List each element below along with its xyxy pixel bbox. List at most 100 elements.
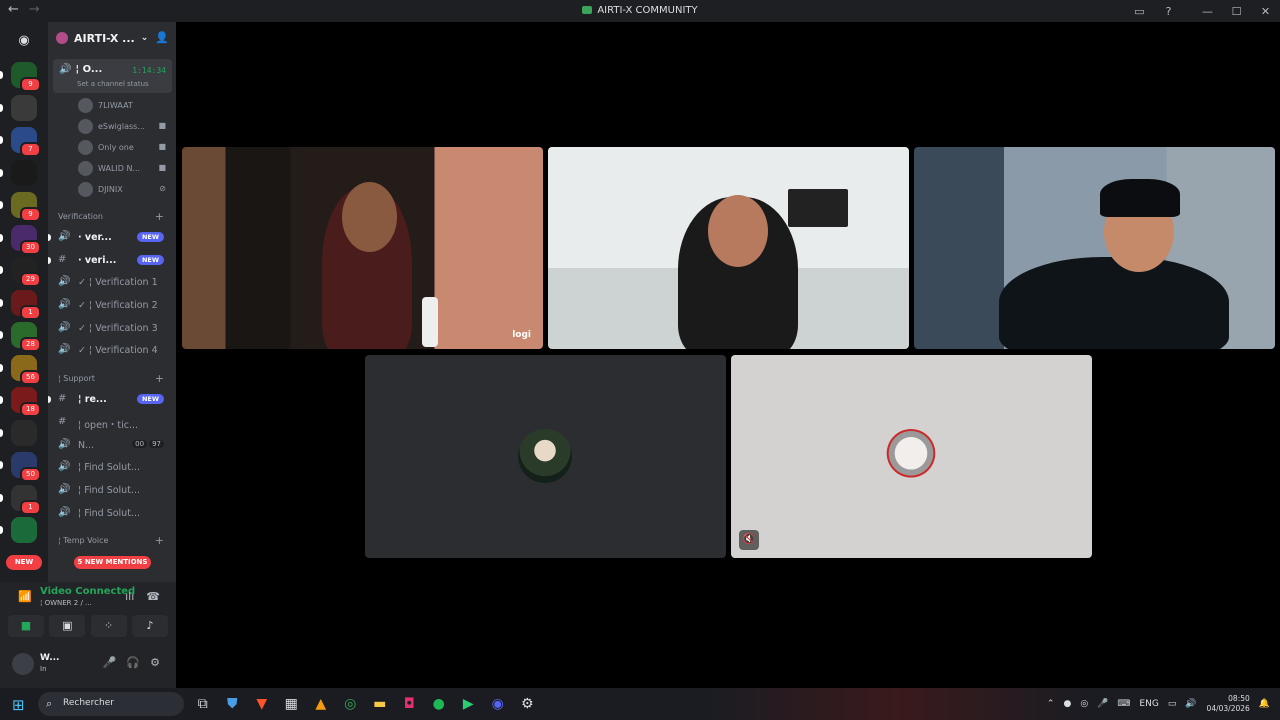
video-tile[interactable]: logi <box>182 147 543 349</box>
microphone-icon[interactable]: 🎤 <box>1097 699 1108 709</box>
server-icon[interactable]: 28 <box>11 322 41 352</box>
spotify-icon[interactable]: ● <box>424 692 454 716</box>
video-tile-avatar[interactable] <box>365 355 726 558</box>
voice-member[interactable]: eSwiglass... ■ <box>78 116 176 137</box>
server-icon[interactable]: 18 <box>11 387 41 417</box>
channel-item[interactable]: # ¦ re... NEW <box>48 388 176 411</box>
server-icon[interactable]: 50 <box>11 452 41 482</box>
help-icon[interactable]: ? <box>1154 5 1183 18</box>
channel-item[interactable]: 🔊 ¦ Find Solut... <box>48 502 176 525</box>
server-icon[interactable]: 1 <box>11 289 41 320</box>
activities-button[interactable]: ⁘ <box>90 615 127 637</box>
defender-icon[interactable]: ⛊ <box>218 692 248 716</box>
voice-channel-sub[interactable]: ¦ OWNER 2 / ... <box>40 599 92 607</box>
chevron-up-icon[interactable]: ⌃ <box>1047 699 1055 709</box>
channel-item[interactable]: 🔊 ✓ ¦ Verification 1 <box>48 271 176 294</box>
tray-app-icon[interactable]: ● <box>1063 699 1071 709</box>
voice-member[interactable]: WALID N... ■ <box>78 158 176 179</box>
language-indicator[interactable]: ENG <box>1139 699 1158 709</box>
category-temp-voice[interactable]: ¦ Temp Voice + <box>48 527 176 550</box>
set-channel-status[interactable]: Set a channel status <box>77 80 149 88</box>
server-icon[interactable]: 56 <box>11 354 41 385</box>
volume-icon[interactable]: 🔊 <box>1185 699 1196 709</box>
vlc-icon[interactable]: ▲ <box>306 692 336 716</box>
notifications-icon[interactable]: 🔔 <box>1259 699 1270 709</box>
brave-icon[interactable]: ▼ <box>247 692 277 716</box>
settings-app-icon[interactable]: ⚙ <box>513 692 543 716</box>
voice-member[interactable]: Only one ■ <box>78 137 176 158</box>
add-channel-icon[interactable]: + <box>155 372 164 385</box>
video-tile[interactable] <box>548 147 909 349</box>
unread-indicator <box>0 168 3 177</box>
server-icon[interactable]: 29 <box>11 257 41 287</box>
discord-home-icon[interactable]: ◉ <box>11 28 37 54</box>
video-tile[interactable] <box>914 147 1275 349</box>
channel-item[interactable]: 🔊 ✓ ¦ Verification 3 <box>48 317 176 340</box>
minimize-button[interactable]: — <box>1193 5 1222 18</box>
unread-indicator <box>0 526 3 534</box>
active-voice-channel[interactable]: 🔊 ¦ O... 1:14:34 Set a channel status <box>53 59 172 93</box>
mention-badge: 30 <box>20 239 41 255</box>
discord-icon[interactable]: ◉ <box>483 692 513 716</box>
store-icon[interactable]: ▦ <box>277 692 307 716</box>
add-channel-icon[interactable]: + <box>155 210 164 223</box>
new-unreads-pill[interactable]: NEW <box>6 555 42 570</box>
server-icon[interactable]: 7 <box>11 127 41 157</box>
gear-icon[interactable]: ⚙ <box>150 656 160 669</box>
guild-header[interactable]: AIRTI-X ... ⌄ 👤 <box>48 22 176 54</box>
new-badge: NEW <box>136 232 164 242</box>
server-icon[interactable]: 30 <box>11 224 41 255</box>
voice-member[interactable]: DJINIX ⊘ <box>78 179 176 200</box>
windows-start-icon[interactable]: ⊞ <box>12 696 25 714</box>
new-mentions-pill[interactable]: 5 NEW MENTIONS <box>74 556 151 569</box>
invite-people-icon[interactable]: 👤 <box>155 31 169 44</box>
close-button[interactable]: ✕ <box>1251 5 1280 18</box>
hash-icon: # <box>58 393 67 405</box>
app-icon[interactable]: ▶ <box>454 692 484 716</box>
avatar[interactable] <box>12 653 34 675</box>
microphone-icon[interactable]: 🎤 <box>103 656 117 669</box>
camera-button[interactable]: ■ <box>8 615 44 637</box>
server-icon[interactable]: 9 <box>11 62 41 92</box>
signal-icon[interactable]: 📶 <box>18 590 32 603</box>
server-icon[interactable]: 9 <box>11 192 41 222</box>
category-verification[interactable]: Verification + <box>48 203 176 226</box>
screen-share-button[interactable]: ▣ <box>49 615 86 637</box>
inbox-icon[interactable]: ▭ <box>1125 5 1154 18</box>
server-icon[interactable] <box>11 159 37 186</box>
server-icon[interactable] <box>11 419 37 446</box>
headphones-icon[interactable]: 🎧 <box>126 656 140 669</box>
video-tile-avatar[interactable]: 🔇 <box>731 355 1092 558</box>
server-icon[interactable]: 1 <box>11 484 41 515</box>
channel-item[interactable]: # · veri... NEW <box>48 249 176 272</box>
channel-item[interactable]: 🔊 ✓ ¦ Verification 2 <box>48 294 176 317</box>
file-explorer-icon[interactable]: ▬ <box>365 692 395 716</box>
network-icon[interactable]: ▭ <box>1168 699 1177 709</box>
clock[interactable]: 08:50 04/03/2026 <box>1207 694 1250 714</box>
server-icon[interactable] <box>11 517 37 543</box>
soundboard-button[interactable]: ♪ <box>131 615 168 637</box>
voice-member[interactable]: 7LIWAAT <box>78 95 176 116</box>
system-tray: ⌃ ● ◎ 🎤 ⌨ ENG ▭ 🔊 08:50 04/03/2026 🔔 <box>1038 688 1270 720</box>
channel-item[interactable]: 🔊 ¦ Find Solut... <box>48 479 176 502</box>
channel-item[interactable]: 🔊 N... 00 97 <box>48 434 176 457</box>
server-icon[interactable] <box>11 94 37 121</box>
category-support[interactable]: ¦ Support + <box>48 365 176 388</box>
channel-item[interactable]: # ¦ open・tic... <box>48 411 176 434</box>
task-view-icon[interactable]: ⧉ <box>188 692 218 716</box>
tray-app-icon[interactable]: ◎ <box>1080 699 1088 709</box>
channel-item[interactable]: 🔊 · ver... NEW <box>48 226 176 249</box>
username[interactable]: W... <box>40 653 59 663</box>
instagram-icon[interactable]: ◘ <box>395 692 425 716</box>
video-icon: ■ <box>158 142 166 151</box>
keyboard-icon[interactable]: ⌨ <box>1117 699 1130 709</box>
chrome-icon[interactable]: ◎ <box>336 692 366 716</box>
channel-item[interactable]: 🔊 ✓ ¦ Verification 4 <box>48 339 176 362</box>
disconnect-icon[interactable]: ☎ <box>146 590 160 603</box>
search-input[interactable]: ⌕ Rechercher <box>38 692 184 716</box>
noise-suppression-icon[interactable]: ılı <box>125 590 134 603</box>
hash-icon: # <box>58 415 67 427</box>
add-channel-icon[interactable]: + <box>155 534 164 547</box>
maximize-button[interactable]: ☐ <box>1222 5 1251 18</box>
channel-item[interactable]: 🔊 ¦ Find Solut... <box>48 456 176 479</box>
